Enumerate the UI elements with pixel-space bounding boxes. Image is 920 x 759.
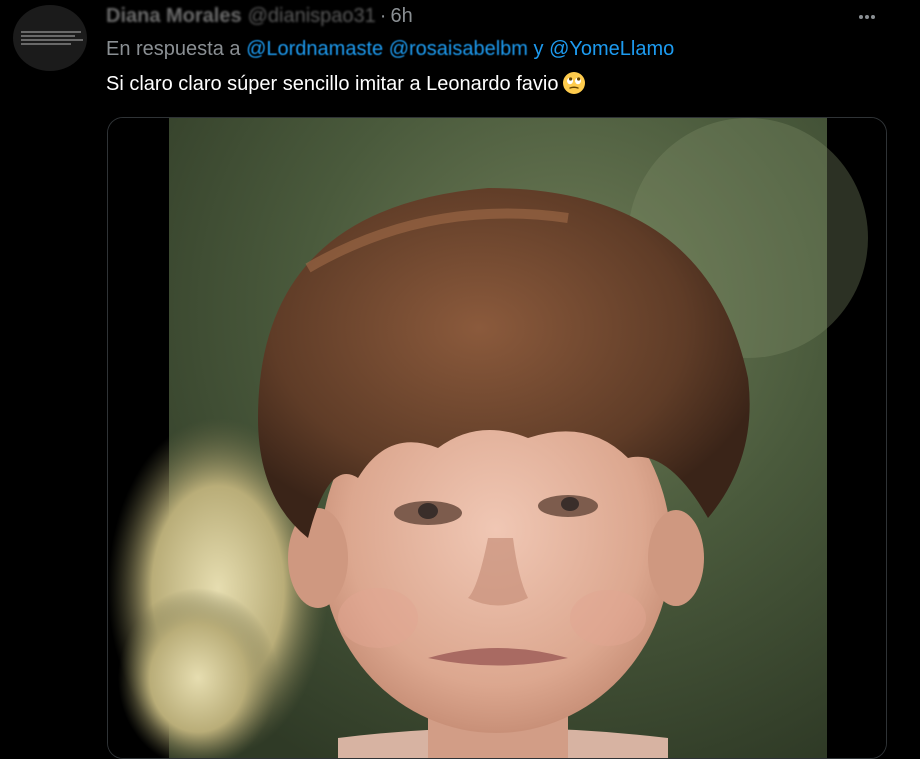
author-name[interactable]: Diana Morales	[106, 5, 242, 27]
reply-context: En respuesta a @Lordnamaste @rosaisabelb…	[106, 35, 674, 63]
face-with-rolling-eyes-icon	[563, 72, 586, 94]
reply-prefix: En respuesta a	[106, 38, 241, 60]
tweet-time[interactable]: 6h	[390, 5, 412, 27]
avatar-text-art	[21, 29, 87, 47]
mention-link[interactable]: @YomeLlamo	[549, 38, 674, 60]
mention-link[interactable]: @Lordnamaste	[246, 38, 383, 60]
tweet-text-content: Si claro claro súper sencillo imitar a L…	[106, 73, 559, 95]
mention-link[interactable]: @rosaisabelbm	[389, 38, 528, 60]
header-separator: ·	[379, 5, 387, 27]
tweet-media[interactable]	[107, 117, 887, 759]
tweet-header: Diana Morales @dianispao31 · 6h	[106, 3, 413, 29]
boy-portrait-image	[108, 118, 886, 758]
reply-conjunction: y	[533, 38, 544, 60]
tweet-text: Si claro claro súper sencillo imitar a L…	[106, 70, 586, 98]
avatar[interactable]	[13, 5, 87, 71]
more-options-icon[interactable]	[858, 6, 886, 26]
author-handle[interactable]: @dianispao31	[248, 5, 376, 27]
